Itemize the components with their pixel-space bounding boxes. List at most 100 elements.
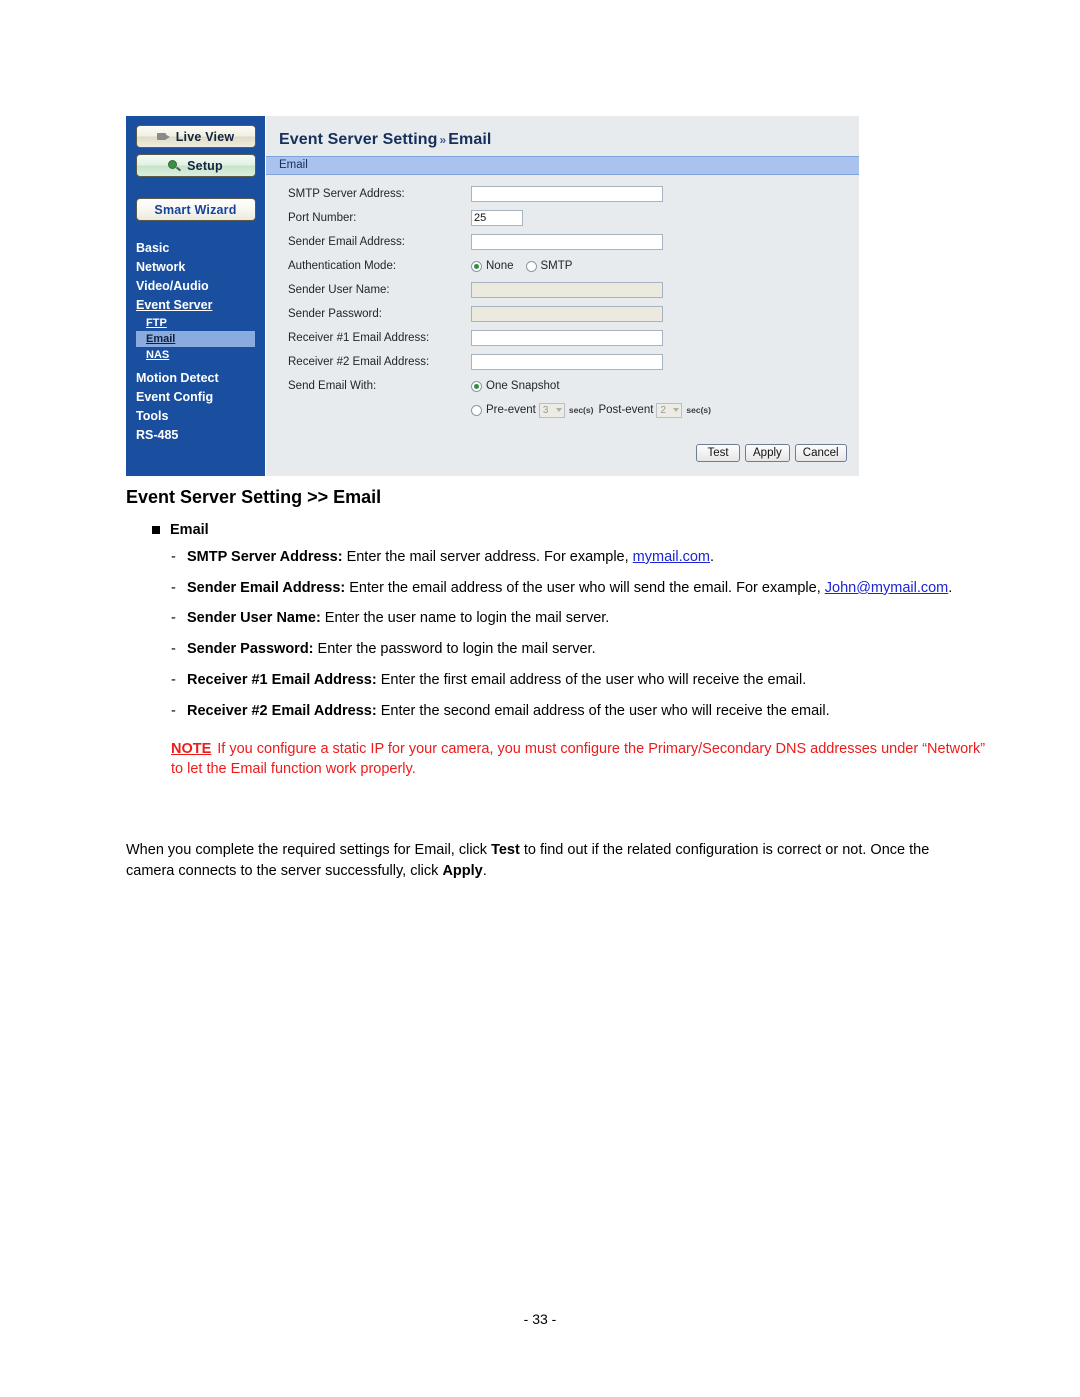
sidebar-item-event-server[interactable]: Event Server (126, 296, 265, 314)
closing-bold-test: Test (491, 842, 520, 858)
sidebar-menu: Basic Network Video/Audio Event Server F… (126, 239, 265, 444)
form-row-port-number: Port Number: (266, 206, 859, 230)
radio-one-snapshot[interactable] (471, 380, 482, 392)
sidebar-item-basic[interactable]: Basic (126, 239, 265, 257)
form-row-auth-mode: Authentication Mode: None SMTP (266, 254, 859, 278)
desc-receiver1-email-address: Enter the first email address of the use… (376, 671, 807, 688)
note-label: NOTE (171, 741, 212, 758)
form-row-receiver1: Receiver #1 Email Address: (266, 326, 859, 350)
term-smtp-server-address: SMTP Server Address: (187, 549, 343, 565)
email-settings-form: SMTP Server Address: Port Number: Sender… (266, 175, 859, 462)
form-row-send-email-with: Send Email With: One Snapshot (266, 374, 859, 398)
cancel-button[interactable]: Cancel (794, 444, 847, 462)
live-view-label: Live View (175, 129, 235, 144)
form-row-smtp-server: SMTP Server Address: (266, 182, 859, 206)
magnifier-icon (168, 159, 182, 172)
port-number-input[interactable] (471, 210, 523, 226)
smtp-server-address-input[interactable] (471, 186, 663, 202)
closing-part3: . (482, 863, 487, 880)
note-block: NOTE If you configure a static IP for you… (171, 739, 986, 779)
label-receiver2-email-address: Receiver #2 Email Address: (288, 356, 430, 368)
pre-event-seconds-value: 3 (542, 404, 549, 416)
label-authentication-mode: Authentication Mode: (288, 260, 397, 272)
list-item: Sender Password: Enter the password to l… (171, 640, 986, 660)
form-row-receiver2: Receiver #2 Email Address: (266, 350, 859, 374)
chevron-down-icon (555, 407, 562, 412)
desc-sender-password: Enter the password to login the mail ser… (313, 641, 596, 658)
form-action-buttons: Test Apply Cancel (266, 444, 859, 462)
live-view-button[interactable]: Live View (135, 125, 256, 148)
closing-part1: When you complete the required settings … (126, 842, 492, 858)
sidebar-item-video-audio[interactable]: Video/Audio (126, 277, 265, 295)
smart-wizard-label: Smart Wizard (154, 202, 237, 217)
sender-user-name-input[interactable] (471, 282, 663, 298)
receiver1-email-address-input[interactable] (471, 330, 663, 346)
camera-icon (156, 130, 171, 143)
term-sender-email-address: Sender Email Address: (187, 579, 346, 596)
closing-bold-apply: Apply (442, 863, 483, 880)
sender-password-input[interactable] (471, 306, 663, 322)
label-sender-user-name: Sender User Name: (288, 284, 390, 296)
post-event-seconds-value: 2 (660, 404, 666, 416)
pre-event-unit: sec(s) (568, 405, 594, 415)
label-one-snapshot: One Snapshot (486, 380, 560, 392)
content-panel: Event Server Setting» Email Email SMTP Se… (266, 116, 859, 476)
bullet-heading-label: Email (170, 522, 209, 538)
form-row-sender-password: Sender Password: (266, 302, 859, 326)
section-heading: Event Server Setting >> Email (126, 487, 382, 507)
setup-button[interactable]: Setup (135, 154, 256, 177)
label-port-number: Port Number: (288, 212, 357, 224)
camera-web-ui-screenshot: Live View Setup Smart Wizard Basic Netwo… (126, 116, 859, 476)
section-header-email: Email (266, 156, 859, 175)
radio-pre-event[interactable] (471, 404, 482, 416)
sidebar-item-tools[interactable]: Tools (126, 407, 265, 425)
document-body: Event Server Setting >> Email Email SMTP… (126, 487, 986, 879)
post-event-unit: sec(s) (686, 405, 711, 415)
link-mymail[interactable]: mymail.com (633, 549, 710, 565)
term-sender-user-name: Sender User Name: (187, 610, 321, 627)
label-pre-event: Pre-event (486, 404, 536, 416)
radio-auth-none[interactable] (471, 260, 482, 272)
page-title-sub: Email (448, 131, 492, 148)
radio-auth-smtp[interactable] (525, 260, 537, 272)
label-post-event: Post-event (598, 404, 654, 416)
send-email-with-option-snapshot: One Snapshot (471, 380, 572, 392)
form-row-pre-post-event: Pre-event 3 sec(s) Post-event 2 sec(s) (266, 398, 859, 422)
term-sender-password: Sender Password: (187, 641, 314, 658)
sidebar-item-motion-detect[interactable]: Motion Detect (126, 369, 265, 387)
bullet-heading-email: Email (152, 522, 986, 538)
desc-smtp-tail: . (710, 549, 715, 565)
desc-sender-email-tail: . (948, 579, 953, 596)
test-button[interactable]: Test (696, 444, 740, 462)
chevron-down-icon (673, 407, 680, 412)
label-smtp-server-address: SMTP Server Address: (288, 188, 405, 200)
sidebar-item-network[interactable]: Network (126, 258, 265, 276)
sidebar-item-rs485[interactable]: RS-485 (126, 426, 265, 444)
page-title: Event Server Setting» Email (266, 116, 859, 149)
sidebar-subitem-nas[interactable]: NAS (144, 347, 265, 363)
label-sender-password: Sender Password: (288, 308, 382, 320)
sidebar-subitem-ftp[interactable]: FTP (144, 315, 265, 331)
apply-button[interactable]: Apply (745, 444, 790, 462)
receiver2-email-address-input[interactable] (471, 354, 663, 370)
list-item: Receiver #1 Email Address: Enter the fir… (171, 671, 986, 691)
note-text: If you configure a static IP for your ca… (171, 741, 986, 778)
pre-event-seconds-select[interactable]: 3 (538, 402, 565, 418)
sender-email-address-input[interactable] (471, 234, 663, 250)
closing-paragraph: When you complete the required settings … (126, 840, 971, 882)
smart-wizard-button[interactable]: Smart Wizard (135, 198, 256, 221)
link-john-mymail[interactable]: John@mymail.com (825, 580, 949, 596)
sidebar-subitem-email[interactable]: Email (136, 331, 255, 347)
page-title-main: Event Server Setting (279, 131, 438, 148)
post-event-seconds-select[interactable]: 2 (656, 402, 683, 418)
send-email-with-option-prepost: Pre-event 3 sec(s) Post-event 2 sec(s) (471, 402, 716, 418)
list-item: Sender Email Address: Enter the email ad… (171, 579, 986, 599)
label-auth-none: None (486, 260, 514, 272)
label-sender-email-address: Sender Email Address: (288, 236, 405, 248)
label-receiver1-email-address: Receiver #1 Email Address: (288, 332, 430, 344)
term-receiver1-email-address: Receiver #1 Email Address: (187, 671, 377, 688)
sidebar-item-event-config[interactable]: Event Config (126, 388, 265, 406)
form-row-sender-username: Sender User Name: (266, 278, 859, 302)
form-row-sender-email: Sender Email Address: (266, 230, 859, 254)
list-item: Sender User Name: Enter the user name to… (171, 609, 986, 629)
